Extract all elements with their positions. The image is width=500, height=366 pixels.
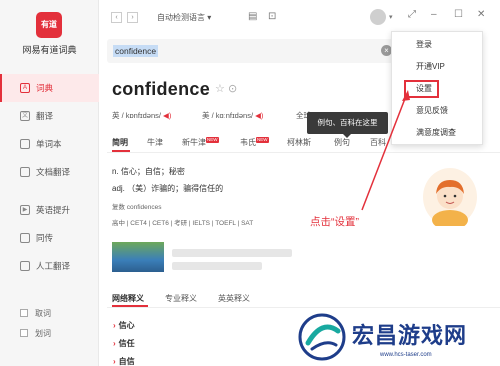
watermark-url: www.hcs-taser.com [380,352,432,358]
watermark-text: 宏昌游戏网 [352,323,468,348]
annotation-text: 点击“设置” [310,216,359,228]
